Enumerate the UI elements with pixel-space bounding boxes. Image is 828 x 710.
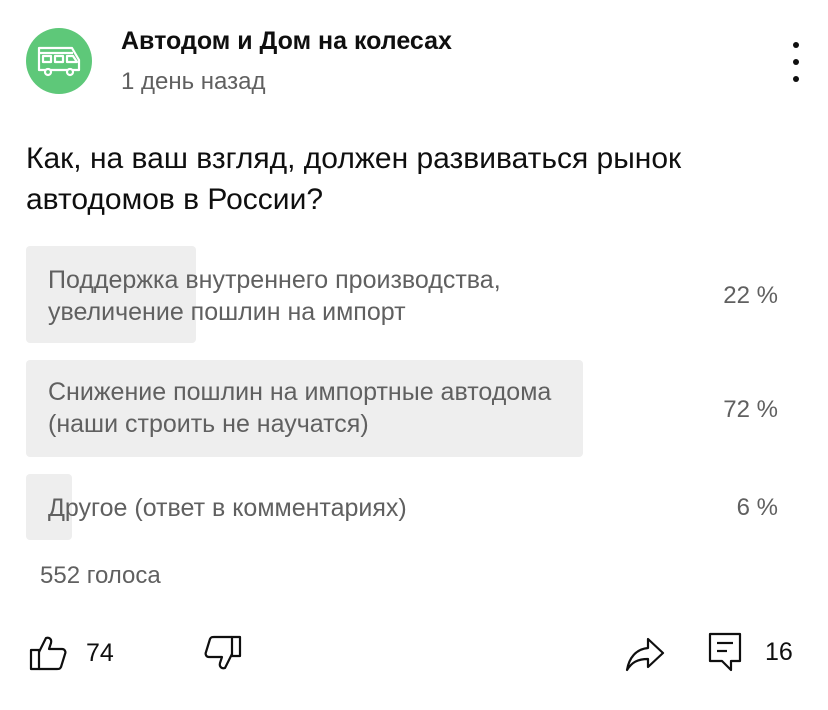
like-button[interactable]: 74 (28, 633, 114, 673)
poll-option-1[interactable]: Поддержка внутреннего производства, увел… (26, 246, 800, 343)
share-button[interactable] (624, 635, 666, 673)
thumbs-up-icon (29, 636, 67, 671)
share-icon (625, 637, 665, 672)
thumbs-down-icon (204, 635, 242, 670)
poll-option-label: Снижение пошлин на импортные автодома (н… (48, 378, 552, 438)
vote-count: 552 голоса (40, 562, 161, 589)
channel-avatar[interactable] (26, 28, 92, 94)
poll-option-percent: 72 % (723, 396, 778, 423)
like-count: 74 (86, 638, 114, 667)
post-time: 1 день назад (121, 68, 266, 95)
poll-question: Как, на ваш взгляд, должен развиваться р… (26, 142, 682, 216)
post-header: Автодом и Дом на колесах 1 день назад (0, 0, 828, 110)
camper-van-icon (37, 46, 81, 77)
comment-count: 16 (765, 637, 793, 666)
action-bar: 74 16 (0, 625, 828, 685)
channel-name[interactable]: Автодом и Дом на колесах (121, 27, 452, 56)
comment-icon (708, 632, 742, 672)
poll-option-2[interactable]: Снижение пошлин на импортные автодома (н… (26, 360, 800, 457)
comments-button[interactable]: 16 (707, 631, 793, 673)
poll-option-label: Поддержка внутреннего производства, увел… (48, 266, 501, 326)
poll-option-percent: 22 % (723, 282, 778, 309)
dislike-button[interactable] (203, 633, 243, 673)
poll-option-3[interactable]: Другое (ответ в комментариях) 6 % (26, 474, 800, 540)
more-vertical-icon[interactable] (780, 42, 812, 82)
poll-option-percent: 6 % (736, 494, 778, 521)
poll-option-label: Другое (ответ в комментариях) (48, 494, 407, 522)
